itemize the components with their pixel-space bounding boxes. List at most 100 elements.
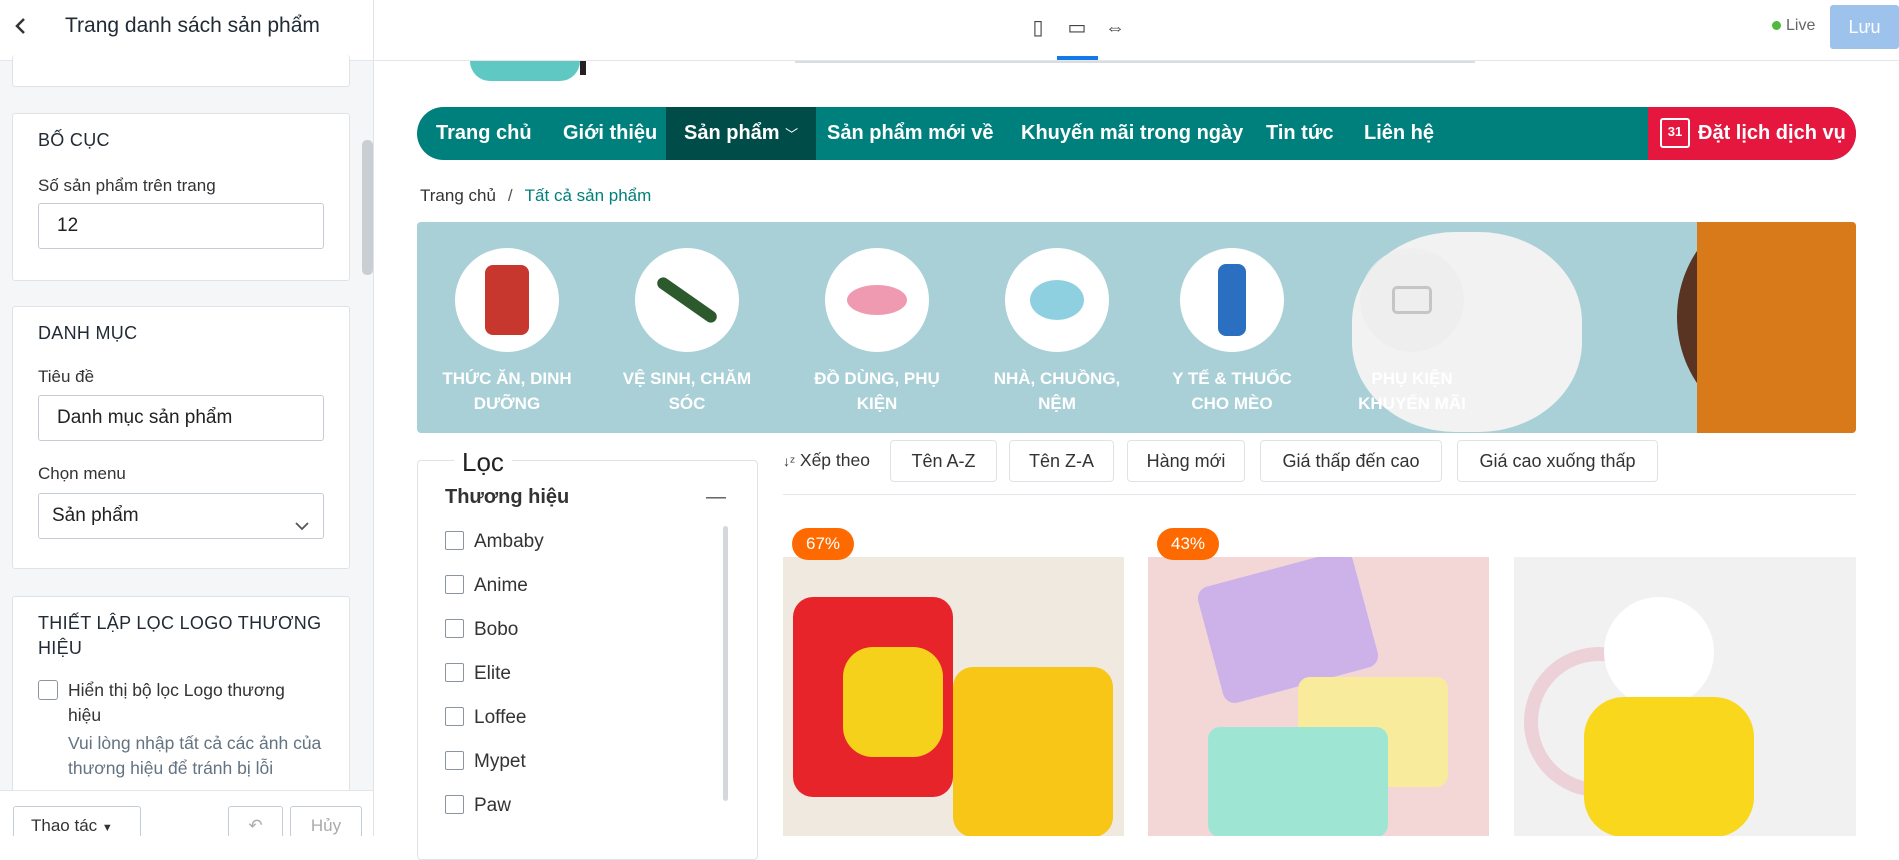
brand-option[interactable]: Ambaby	[445, 531, 544, 553]
category-heading: DANH MỤC	[38, 323, 138, 343]
product-image-white-dog	[1604, 597, 1714, 707]
brand-option-label: Elite	[474, 663, 511, 684]
category-medicine[interactable]: Y TẾ & THUỐC CHO MÈO	[1157, 248, 1307, 416]
checkbox[interactable]	[445, 575, 464, 594]
category-promo-label: PHỤ KIỆN KHUYẾN MÃI	[1358, 369, 1466, 413]
grooming-brush-image	[635, 248, 739, 352]
collapse-minus-icon[interactable]: —	[706, 486, 726, 509]
previous-card-end	[12, 55, 350, 87]
category-food[interactable]: THỨC ĂN, DINH DƯỠNG	[437, 248, 577, 416]
product-card[interactable]	[1514, 557, 1856, 836]
category-hygiene[interactable]: VỆ SINH, CHĂM SÓC	[607, 248, 767, 416]
brand-option-label: Anime	[474, 575, 528, 596]
brand-option-label: Ambaby	[474, 531, 544, 552]
product-image-yellow-shirt	[953, 667, 1113, 836]
brand-option[interactable]: Anime	[445, 575, 528, 597]
checkbox[interactable]	[445, 663, 464, 682]
cancel-button[interactable]: Hủy	[290, 806, 362, 836]
actions-label: Thao tác	[31, 816, 98, 835]
back-chevron-icon[interactable]	[14, 16, 28, 42]
chevron-down-icon: ﹀	[785, 127, 799, 142]
calendar-icon: 31	[1660, 118, 1690, 148]
cat-tower-image	[1005, 248, 1109, 352]
layout-card: BỐ CỤC Số sản phẩm trên trang 12	[12, 113, 350, 281]
nav-item-contact[interactable]: Liên hệ	[1364, 107, 1434, 160]
category-food-label: THỨC ĂN, DINH DƯỠNG	[442, 369, 572, 413]
settings-sidebar: Trang danh sách sản phẩm BỐ CỤC Số sản p…	[0, 0, 374, 836]
nav-item-products[interactable]: Sản phẩm ﹀	[666, 107, 817, 160]
category-housing-label: NHÀ, CHUỒNG, NỆM	[993, 369, 1121, 413]
brand-option-label: Paw	[474, 795, 511, 816]
category-promo-accessories[interactable]: PHỤ KIỆN KHUYẾN MÃI	[1337, 248, 1487, 416]
main-navigation: Trang chủ Giới thiệu Sản phẩm ﹀ Sản phẩm…	[417, 107, 1856, 160]
breadcrumb-current: Tất cả sản phẩm	[524, 186, 652, 205]
mobile-view-icon[interactable]: ▯	[1023, 13, 1053, 43]
nav-item-daily-deals[interactable]: Khuyến mãi trong ngày	[1021, 107, 1243, 160]
breadcrumb-home[interactable]: Trang chủ	[420, 186, 496, 205]
category-accessories-label: ĐỒ DÙNG, PHỤ KIỆN	[814, 369, 940, 413]
nav-item-about[interactable]: Giới thiệu	[563, 107, 657, 160]
brand-option[interactable]: Paw	[445, 795, 511, 817]
breadcrumb-separator: /	[507, 186, 513, 205]
menu-select-label: Chọn menu	[38, 464, 126, 483]
undo-icon: ↶	[248, 816, 263, 835]
desktop-view-icon[interactable]: ▭	[1062, 13, 1092, 43]
nav-item-news[interactable]: Tin tức	[1266, 107, 1333, 160]
sidebar-scrollbar[interactable]	[362, 140, 373, 275]
product-card[interactable]	[1148, 557, 1489, 836]
product-image-yellow-pocket	[843, 647, 943, 757]
sort-name-asc-button[interactable]: Tên A-Z	[890, 440, 997, 482]
food-bag-image	[455, 248, 559, 352]
per-page-input[interactable]: 12	[38, 203, 324, 249]
category-card: DANH MỤC Tiêu đề Danh mục sản phẩm Chọn …	[12, 306, 350, 569]
nav-item-new-products[interactable]: Sản phẩm mới về	[827, 107, 994, 160]
brand-option[interactable]: Loffee	[445, 707, 526, 729]
live-status: Live	[1772, 17, 1815, 35]
brand-option[interactable]: Elite	[445, 663, 511, 685]
sidebar-title: Trang danh sách sản phẩm	[65, 14, 320, 37]
active-view-indicator	[1057, 56, 1098, 60]
search-bar-edge	[795, 61, 1475, 63]
category-accessories[interactable]: ĐỒ DÙNG, PHỤ KIỆN	[792, 248, 962, 416]
sort-label: ↓ᶻ Xếp theo	[783, 450, 870, 471]
product-image-yellow-hoodie	[1584, 697, 1754, 836]
brand-option[interactable]: Mypet	[445, 751, 526, 773]
menu-select-value: Sản phẩm	[52, 505, 139, 526]
sort-newest-button[interactable]: Hàng mới	[1127, 440, 1245, 482]
nav-item-home[interactable]: Trang chủ	[436, 107, 532, 160]
store-logo[interactable]	[470, 61, 580, 81]
per-page-label: Số sản phẩm trên trang	[38, 176, 216, 195]
fullwidth-view-icon[interactable]: ⇔	[1100, 13, 1130, 43]
category-banner: THỨC ĂN, DINH DƯỠNG VỆ SINH, CHĂM SÓC ĐỒ…	[417, 222, 1856, 433]
checkbox[interactable]	[445, 531, 464, 550]
caret-down-icon: ▼	[101, 822, 113, 834]
actions-dropdown-button[interactable]: Thao tác ▼	[13, 806, 141, 836]
show-brand-logo-checkbox[interactable]	[38, 680, 58, 700]
brand-option-label: Bobo	[474, 619, 519, 640]
filter-scrollbar[interactable]	[723, 526, 728, 801]
category-title-input[interactable]: Danh mục sản phẩm	[38, 395, 324, 441]
sort-divider	[783, 494, 1856, 495]
category-hygiene-label: VỆ SINH, CHĂM SÓC	[622, 369, 752, 413]
checkbox[interactable]	[445, 751, 464, 770]
checkbox[interactable]	[445, 619, 464, 638]
book-service-label: Đặt lịch dịch vụ	[1698, 122, 1846, 144]
menu-select[interactable]: Sản phẩm	[38, 493, 324, 539]
sort-name-desc-button[interactable]: Tên Z-A	[1009, 440, 1114, 482]
live-dot-icon	[1772, 21, 1781, 30]
sort-price-asc-button[interactable]: Giá thấp đến cao	[1260, 440, 1442, 482]
undo-button[interactable]: ↶	[228, 806, 283, 836]
discount-badge: 43%	[1157, 528, 1219, 560]
category-housing[interactable]: NHÀ, CHUỒNG, NỆM	[977, 248, 1137, 416]
brand-option[interactable]: Bobo	[445, 619, 518, 641]
filter-title: Lọc	[454, 447, 512, 478]
brand-logo-heading: THIẾT LẬP LỌC LOGO THƯƠNG HIỆU	[38, 613, 322, 658]
save-button[interactable]: Lưu	[1830, 5, 1899, 49]
brand-filter-heading[interactable]: Thương hiệu	[445, 486, 569, 509]
checkbox[interactable]	[445, 795, 464, 814]
store-logo-mark	[580, 61, 586, 75]
sort-price-desc-button[interactable]: Giá cao xuống thấp	[1457, 440, 1658, 482]
checkbox[interactable]	[445, 707, 464, 726]
product-card[interactable]	[783, 557, 1124, 836]
book-service-button[interactable]: 31 Đặt lịch dịch vụ	[1648, 107, 1856, 160]
